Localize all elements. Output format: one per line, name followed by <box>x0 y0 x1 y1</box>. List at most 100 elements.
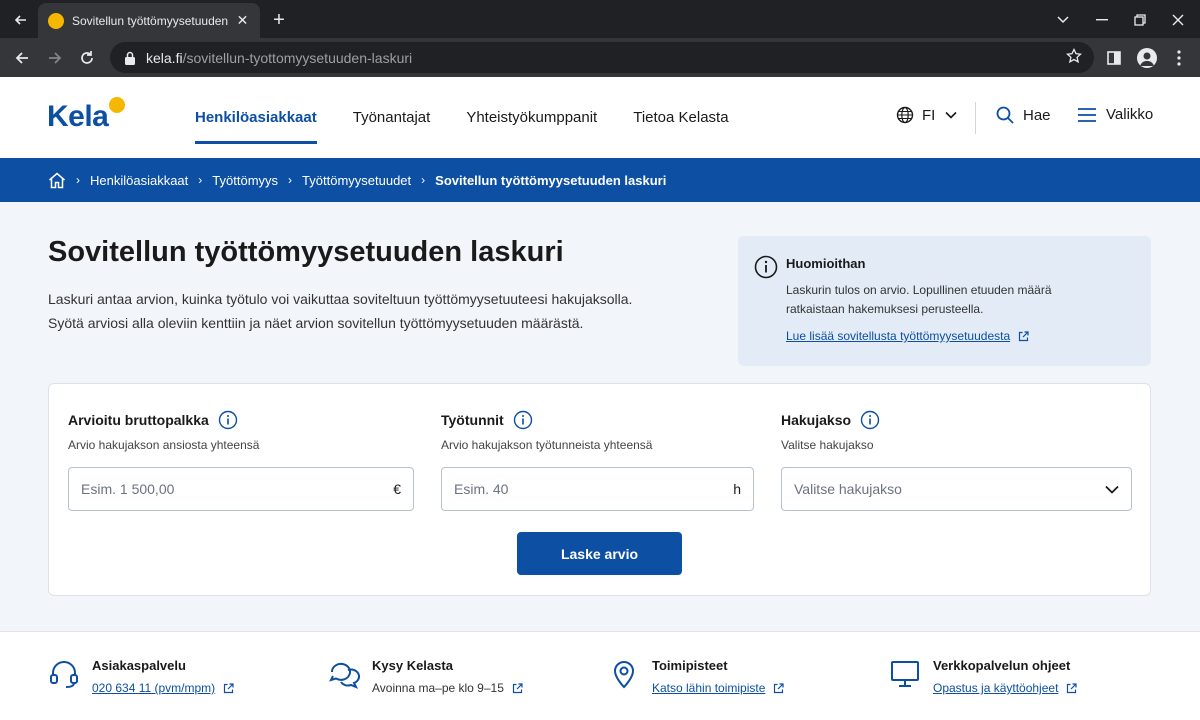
opening-hours-label: Avoinna ma–pe klo 9–15 <box>372 681 504 695</box>
menu-label: Valikko <box>1106 106 1154 123</box>
period-label: Hakujakso <box>781 412 852 428</box>
footer-item-offices: Toimipisteet Katso lähin toimipiste <box>608 658 784 695</box>
tab-search-icon[interactable] <box>8 7 34 33</box>
footer-item-customer-service: Asiakaspalvelu 020 634 11 (pvm/mpm) <box>48 658 234 695</box>
globe-icon <box>896 106 914 124</box>
breadcrumb-henkiloasiakkaat[interactable]: Henkilöasiakkaat <box>90 173 188 188</box>
phone-label: 020 634 11 (pvm/mpm) <box>92 681 216 695</box>
period-label-row: Hakujakso <box>781 410 880 430</box>
breadcrumb-tyottomyysetuudet[interactable]: Työttömyysetuudet <box>302 173 411 188</box>
notice-title: Huomioithan <box>786 256 866 271</box>
profile-avatar-icon[interactable] <box>1133 44 1161 72</box>
footer-title: Toimipisteet <box>652 658 728 673</box>
address-bar[interactable]: kela.fi/sovitellun-tyottomyysetuuden-las… <box>110 42 1094 73</box>
forward-arrow-icon[interactable] <box>41 44 69 72</box>
nav-item-tyonantajat[interactable]: Työnantajat <box>338 77 446 158</box>
back-arrow-icon[interactable] <box>8 44 36 72</box>
search-button[interactable]: Hae <box>996 106 1051 124</box>
close-window-icon[interactable] <box>1165 7 1191 33</box>
bookmark-star-icon[interactable] <box>1066 47 1082 69</box>
chevron-down-icon <box>945 111 957 119</box>
nav-item-tietoa-kelasta[interactable]: Tietoa Kelasta <box>618 77 743 158</box>
headset-icon <box>50 661 78 688</box>
notice-line-2: ratkaistaan hakemuksesi perusteella. <box>786 302 984 316</box>
header-divider <box>975 102 976 134</box>
notice-line-1: Laskurin tulos on arvio. Lopullinen etuu… <box>786 283 1052 297</box>
new-tab-icon[interactable]: + <box>266 7 292 33</box>
location-pin-icon <box>613 661 635 689</box>
search-icon <box>996 106 1014 124</box>
hours-input[interactable] <box>454 481 726 497</box>
site-header: Kela Henkilöasiakkaat Työnantajat Yhteis… <box>0 77 1200 158</box>
breadcrumb-tyottomyys[interactable]: Työttömyys <box>212 173 278 188</box>
search-label: Hae <box>1023 106 1051 124</box>
chevron-right-icon: › <box>198 173 203 187</box>
reload-icon[interactable] <box>73 44 101 72</box>
footer-title: Verkkopalvelun ohjeet <box>933 658 1071 673</box>
hamburger-menu-icon <box>1078 107 1096 122</box>
intro-text: Laskuri antaa arvion, kuinka työtulo voi… <box>48 287 688 335</box>
menu-button[interactable]: Valikko <box>1077 106 1153 123</box>
salary-info-icon[interactable] <box>218 410 238 430</box>
tab-list-chevron-icon[interactable] <box>1050 7 1076 33</box>
salary-field-header: Arvioitu bruttopalkka Arvio hakujakson a… <box>68 410 259 452</box>
period-select[interactable]: Valitse hakujakso <box>781 467 1132 511</box>
browser-tab[interactable]: Sovitellun työttömyysetuuden laskuri ✕ <box>38 3 260 38</box>
intro-line-2: Syötä arviosi alla oleviin kenttiin ja n… <box>48 315 584 331</box>
notice-text: Laskurin tulos on arvio. Lopullinen etuu… <box>786 281 1135 319</box>
salary-label-row: Arvioitu bruttopalkka <box>68 410 259 430</box>
notice-box: Huomioithan Laskurin tulos on arvio. Lop… <box>738 236 1151 366</box>
external-link-icon <box>1019 330 1029 341</box>
read-more-label: Lue lisää sovitellusta työttömyysetuudes… <box>786 329 1011 343</box>
external-link-icon <box>1067 682 1078 693</box>
ask-kela-link[interactable]: Avoinna ma–pe klo 9–15 <box>372 681 523 695</box>
footer-item-help: Verkkopalvelun ohjeet Opastus ja käyttöo… <box>889 658 1078 695</box>
hours-hint: Arvio hakujakson työtunneista yhteensä <box>441 438 653 452</box>
lock-icon <box>125 51 135 65</box>
page-title: Sovitellun työttömyysetuuden laskuri <box>48 236 564 268</box>
help-label: Opastus ja käyttöohjeet <box>933 681 1059 695</box>
language-selector[interactable]: FI <box>896 106 965 124</box>
read-more-link[interactable]: Lue lisää sovitellusta työttömyysetuudes… <box>786 329 1029 343</box>
chevron-down-icon <box>1105 485 1119 494</box>
chevron-right-icon: › <box>288 173 293 187</box>
euro-unit: € <box>393 481 401 497</box>
browser-toolbar: kela.fi/sovitellun-tyottomyysetuuden-las… <box>0 38 1200 77</box>
salary-hint: Arvio hakujakson ansiosta yhteensä <box>68 438 260 452</box>
hours-label-row: Työtunnit <box>441 410 652 430</box>
footer-title: Asiakaspalvelu <box>92 658 186 673</box>
nav-item-yhteistyokumppanit[interactable]: Yhteistyökumppanit <box>451 77 612 158</box>
period-field-header: Hakujakso Valitse hakujakso <box>781 410 880 452</box>
side-panel-icon[interactable] <box>1100 44 1128 72</box>
minimize-icon[interactable] <box>1089 7 1115 33</box>
phone-link[interactable]: 020 634 11 (pvm/mpm) <box>92 681 234 695</box>
hours-label: Työtunnit <box>441 412 504 428</box>
hours-info-icon[interactable] <box>513 410 533 430</box>
tab-close-icon[interactable]: ✕ <box>235 12 250 29</box>
salary-label: Arvioitu bruttopalkka <box>68 412 209 428</box>
external-link-icon <box>224 682 234 693</box>
calculate-button[interactable]: Laske arvio <box>517 532 682 575</box>
tab-title: Sovitellun työttömyysetuuden laskuri <box>72 13 229 28</box>
help-link[interactable]: Opastus ja käyttöohjeet <box>933 681 1078 695</box>
info-circle-icon <box>754 255 778 279</box>
nav-item-henkiloasiakkaat[interactable]: Henkilöasiakkaat <box>180 77 332 158</box>
salary-input[interactable] <box>81 481 386 497</box>
footer-title: Kysy Kelasta <box>372 658 453 673</box>
home-icon[interactable] <box>48 172 66 189</box>
monitor-icon <box>891 661 919 687</box>
footer: Asiakaspalvelu 020 634 11 (pvm/mpm) Kysy… <box>0 631 1200 720</box>
restore-icon[interactable] <box>1127 7 1153 33</box>
kela-logo[interactable]: Kela <box>47 97 126 139</box>
browser-menu-icon[interactable] <box>1165 44 1193 72</box>
url-domain: kela.fi <box>146 49 183 66</box>
breadcrumb-current: Sovitellun työttömyysetuuden laskuri <box>435 172 667 188</box>
main-nav: Henkilöasiakkaat Työnantajat Yhteistyöku… <box>180 77 750 158</box>
offices-link[interactable]: Katso lähin toimipiste <box>652 681 784 695</box>
url-path: /sovitellun-tyottomyysetuuden-laskuri <box>182 49 413 66</box>
chat-bubbles-icon <box>329 662 360 689</box>
breadcrumb: › Henkilöasiakkaat › Työttömyys › Työttö… <box>0 158 1200 202</box>
intro-line-1: Laskuri antaa arvion, kuinka työtulo voi… <box>48 291 633 307</box>
footer-item-ask-kela: Kysy Kelasta Avoinna ma–pe klo 9–15 <box>328 658 523 695</box>
period-info-icon[interactable] <box>860 410 880 430</box>
